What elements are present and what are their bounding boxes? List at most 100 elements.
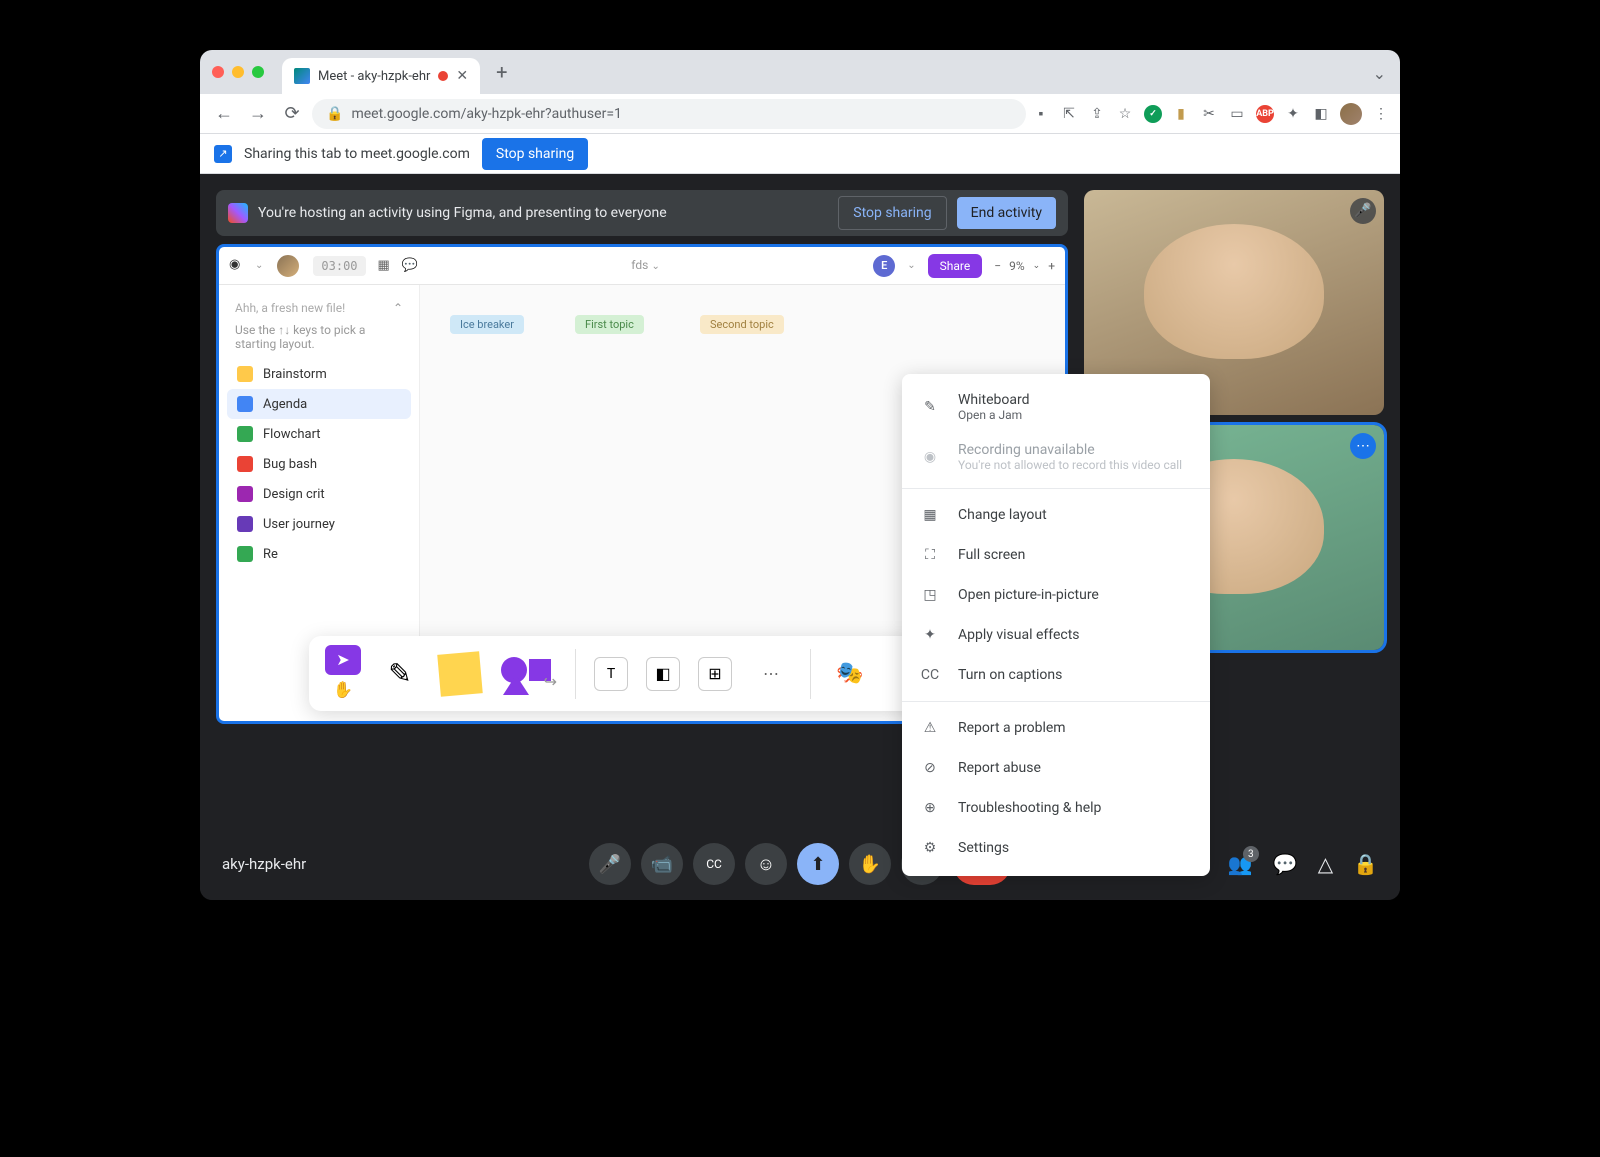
participant-count: 3 — [1243, 846, 1259, 862]
text-tool[interactable]: T — [594, 657, 628, 691]
feedback-icon: ⚠ — [920, 718, 940, 738]
zoom-chevron-icon[interactable]: ⌄ — [1033, 261, 1041, 271]
maximize-window[interactable] — [252, 66, 264, 78]
zoom-value[interactable]: 9% — [1009, 259, 1025, 273]
chrome-menu-icon[interactable]: ⋮ — [1372, 105, 1390, 123]
template-item[interactable]: Re — [227, 539, 411, 569]
figma-avatar[interactable] — [275, 253, 301, 279]
stop-sharing-activity-button[interactable]: Stop sharing — [838, 196, 946, 230]
activities-button[interactable]: △ — [1318, 852, 1333, 876]
back-button[interactable]: ← — [210, 100, 238, 128]
more-tools-icon[interactable]: ⋯ — [750, 653, 792, 695]
extension-icon[interactable]: ✂ — [1200, 105, 1218, 123]
zoom-out-button[interactable]: − — [994, 259, 1001, 273]
minimize-window[interactable] — [232, 66, 244, 78]
menu-visual-effects[interactable]: ✦Apply visual effects — [902, 615, 1210, 655]
zoom-in-button[interactable]: + — [1048, 259, 1055, 273]
recording-indicator-icon — [438, 71, 448, 81]
chat-button[interactable]: 💬 — [1273, 852, 1298, 876]
template-item[interactable]: Agenda — [227, 389, 411, 419]
figma-zoom-controls: − 9% ⌄ + — [994, 259, 1055, 273]
template-icon — [237, 486, 253, 502]
template-item[interactable]: User journey — [227, 509, 411, 539]
canvas-topic[interactable]: Ice breaker — [450, 315, 524, 334]
extensions-puzzle-icon[interactable]: ✦ — [1284, 105, 1302, 123]
sticky-note-tool[interactable] — [439, 653, 481, 695]
filename-chevron-icon[interactable]: ⌄ — [652, 261, 660, 272]
adblock-icon[interactable]: ABP — [1256, 105, 1274, 123]
close-tab-icon[interactable]: ✕ — [456, 68, 468, 84]
sidepanel-icon[interactable]: ◧ — [1312, 105, 1330, 123]
menu-whiteboard[interactable]: ✎ WhiteboardOpen a Jam — [902, 382, 1210, 432]
muted-icon: 🎤 — [1350, 198, 1376, 224]
browser-tab[interactable]: Meet - aky-hzpk-ehr ✕ — [282, 58, 480, 94]
open-external-icon[interactable]: ⇱ — [1060, 105, 1078, 123]
extension-icon[interactable]: ✓ — [1144, 105, 1162, 123]
template-item[interactable]: Bug bash — [227, 449, 411, 479]
tile-options-icon[interactable]: ⋯ — [1350, 433, 1376, 459]
template-item[interactable]: Flowchart — [227, 419, 411, 449]
chevron-down-icon[interactable]: ⌄ — [1373, 64, 1386, 83]
menu-report-problem[interactable]: ⚠Report a problem — [902, 708, 1210, 748]
sparkle-icon: ✦ — [920, 625, 940, 645]
reload-button[interactable]: ⟳ — [278, 100, 306, 128]
template-icon — [237, 426, 253, 442]
stamps-tool[interactable]: 🎭 — [829, 653, 871, 695]
end-activity-button[interactable]: End activity — [957, 197, 1056, 229]
menu-recording: ◉ Recording unavailableYou're not allowe… — [902, 432, 1210, 482]
gear-icon: ⚙ — [920, 838, 940, 858]
share-icon[interactable]: ⇪ — [1088, 105, 1106, 123]
present-button[interactable]: ⬆ — [797, 843, 839, 885]
microphone-button[interactable]: 🎤 — [589, 843, 631, 885]
template-icon — [237, 546, 253, 562]
menu-troubleshoot[interactable]: ⊕Troubleshooting & help — [902, 788, 1210, 828]
new-tab-button[interactable]: + — [496, 60, 507, 84]
host-controls-button[interactable]: 🔒 — [1353, 852, 1378, 876]
figma-user-badge[interactable]: E — [873, 255, 895, 277]
table-tool[interactable]: ⊞ — [698, 657, 732, 691]
canvas-topic[interactable]: Second topic — [700, 315, 784, 334]
camera-button[interactable]: 📹 — [641, 843, 683, 885]
meet-bottom-bar: aky-hzpk-ehr 🎤 📹 CC ☺ ⬆ ✋ ⋮ 📞 ⓘ 👥3 💬 △ 🔒 — [200, 828, 1400, 900]
template-item[interactable]: Design crit — [227, 479, 411, 509]
menu-separator — [902, 488, 1210, 489]
browser-tab-strip: Meet - aky-hzpk-ehr ✕ + ⌄ — [200, 50, 1400, 94]
forward-button[interactable]: → — [244, 100, 272, 128]
canvas-topic[interactable]: First topic — [575, 315, 644, 334]
pencil-tool[interactable]: ✎ — [379, 653, 421, 695]
user-chevron-icon[interactable]: ⌄ — [907, 260, 915, 271]
menu-captions[interactable]: CCTurn on captions — [902, 655, 1210, 695]
bookmark-star-icon[interactable]: ☆ — [1116, 105, 1134, 123]
close-window[interactable] — [212, 66, 224, 78]
template-item[interactable]: Brainstorm — [227, 359, 411, 389]
shapes-tool[interactable]: ↪ — [499, 653, 557, 695]
url-input[interactable]: 🔒 meet.google.com/aky-hzpk-ehr?authuser=… — [312, 99, 1026, 129]
menu-settings[interactable]: ⚙Settings — [902, 828, 1210, 868]
pointer-tool[interactable]: ➤ — [325, 645, 361, 675]
menu-change-layout[interactable]: ▦Change layout — [902, 495, 1210, 535]
menu-report-abuse[interactable]: ⊘Report abuse — [902, 748, 1210, 788]
participants-button[interactable]: 👥3 — [1228, 852, 1253, 876]
hint-close-icon[interactable]: ⌃ — [393, 301, 403, 315]
reactions-button[interactable]: ☺ — [745, 843, 787, 885]
figma-filename[interactable]: fds — [631, 258, 648, 272]
profile-avatar[interactable] — [1340, 103, 1362, 125]
template-label: Brainstorm — [263, 367, 327, 382]
dock-separator — [810, 649, 811, 699]
menu-fullscreen[interactable]: ⛶Full screen — [902, 535, 1210, 575]
figma-logo-icon[interactable]: ◉ — [229, 257, 243, 275]
stop-sharing-tab-button[interactable]: Stop sharing — [482, 138, 588, 170]
hand-tool[interactable]: ✋ — [325, 677, 361, 703]
raise-hand-button[interactable]: ✋ — [849, 843, 891, 885]
section-tool[interactable]: ◧ — [646, 657, 680, 691]
menu-pip[interactable]: ◳Open picture-in-picture — [902, 575, 1210, 615]
camera-icon[interactable]: ▪ — [1032, 105, 1050, 123]
layout-icon[interactable]: ▦ — [378, 258, 390, 273]
captions-button[interactable]: CC — [693, 843, 735, 885]
figma-menu-chevron-icon[interactable]: ⌄ — [255, 260, 263, 271]
figma-share-button[interactable]: Share — [928, 254, 983, 278]
figma-timer[interactable]: 03:00 — [313, 256, 365, 276]
comment-icon[interactable]: 💬 — [402, 258, 418, 273]
extension-icon[interactable]: ▮ — [1172, 105, 1190, 123]
cast-icon[interactable]: ▭ — [1228, 105, 1246, 123]
